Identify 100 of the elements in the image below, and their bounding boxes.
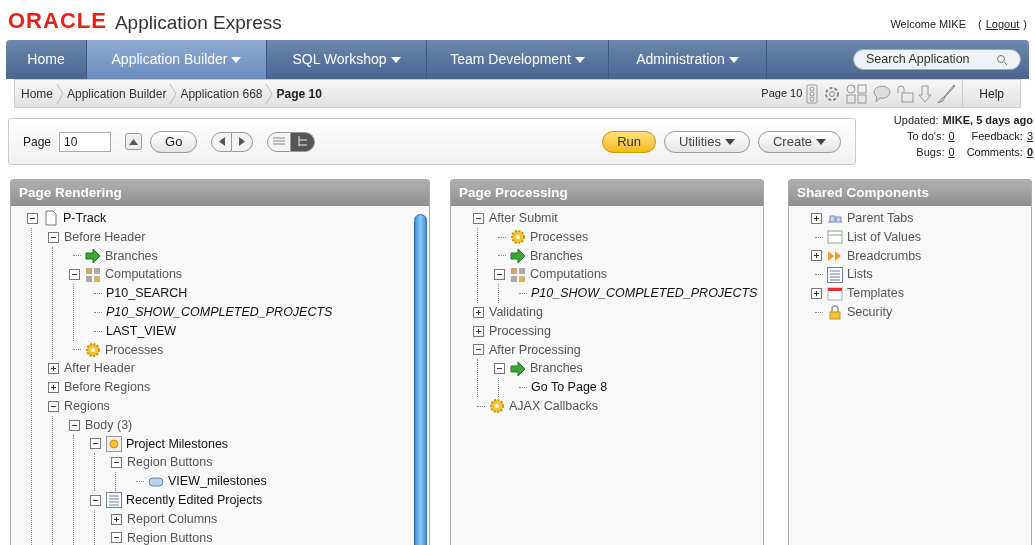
tree-node-label[interactable]: Branches — [530, 246, 583, 266]
tree-node-label[interactable]: P-Track — [63, 209, 107, 228]
logout-link[interactable]: Logout — [985, 15, 1020, 32]
page-field[interactable]: 10 — [59, 131, 112, 152]
tree-node-label[interactable]: Body (3) — [85, 415, 133, 435]
scrollbar[interactable] — [414, 214, 427, 545]
tree-node-label[interactable]: Security — [847, 303, 893, 322]
tree-node-label[interactable]: Recently Edited Projects — [126, 490, 263, 510]
stat-label: Feedback: — [971, 129, 1023, 144]
collapse-icon[interactable] — [47, 231, 59, 243]
tree-node-label[interactable]: Project Milestones — [126, 434, 229, 454]
collapse-icon[interactable] — [89, 494, 101, 506]
tree-node-label[interactable]: After Submit — [489, 209, 558, 228]
stat-link[interactable]: 0 — [1026, 144, 1033, 160]
tree-node-label[interactable]: Go To Page 8 — [531, 378, 608, 397]
tree-node-label[interactable]: Lists — [847, 265, 873, 285]
tree-node-label[interactable]: Templates — [847, 284, 904, 303]
panel-title: Shared Components — [789, 180, 1031, 206]
stat-link[interactable]: 3 — [1026, 128, 1033, 144]
expand-icon[interactable] — [810, 212, 822, 224]
previous-button[interactable] — [211, 131, 233, 152]
page-icon — [43, 210, 59, 227]
breadcrumb-link[interactable]: Home — [21, 84, 53, 103]
collapse-icon[interactable] — [68, 419, 80, 431]
tree-node-label[interactable]: After Header — [64, 359, 135, 379]
tree-node-label[interactable]: Region Buttons — [127, 528, 213, 545]
stat-link[interactable]: 0 — [948, 128, 955, 144]
stat-label: Comments: — [966, 145, 1023, 160]
expand-icon[interactable] — [110, 513, 122, 525]
breadcrumb-link[interactable]: Application 668 — [180, 84, 263, 103]
tree-node-label[interactable]: Region Buttons — [127, 453, 213, 473]
tree-node-label[interactable]: Processing — [489, 321, 551, 341]
collapse-icon[interactable] — [472, 344, 484, 356]
tree-node-label[interactable]: Breadcrumbs — [847, 246, 922, 266]
caret-icon — [574, 56, 585, 63]
utilities-button[interactable]: Utilities — [664, 130, 750, 153]
create-button[interactable]: Create — [757, 130, 841, 153]
tree-node-label[interactable]: P10_SHOW_COMPLETED_PROJECTS — [106, 303, 333, 322]
collapse-icon[interactable] — [493, 269, 505, 281]
collapse-icon[interactable] — [110, 457, 122, 469]
tree-node-label[interactable]: AJAX Callbacks — [509, 397, 598, 416]
collapse-icon[interactable] — [68, 269, 80, 281]
caret-icon — [231, 56, 242, 63]
expand-icon[interactable] — [472, 306, 484, 318]
search-field[interactable]: Search Application — [853, 49, 1021, 70]
list-icon — [827, 266, 843, 283]
up-triangle-icon — [129, 138, 139, 145]
expand-icon[interactable] — [472, 325, 484, 337]
tree-node-label[interactable]: Processes — [530, 227, 589, 247]
tree-node-label[interactable]: VIEW_milestones — [168, 472, 267, 491]
gear-icon — [85, 341, 101, 358]
expand-icon[interactable] — [47, 382, 59, 394]
tree-node-label[interactable]: Processes — [105, 340, 164, 360]
tree-node-label[interactable]: Computations — [105, 265, 183, 285]
collapse-icon[interactable] — [47, 400, 59, 412]
up-button[interactable] — [125, 133, 143, 150]
brush-icon[interactable] — [936, 83, 957, 104]
list-icon — [106, 492, 122, 509]
caret-icon — [816, 138, 826, 145]
collapse-icon[interactable] — [493, 363, 505, 375]
grid-icon — [85, 266, 101, 283]
double-arrow-icon — [827, 248, 843, 264]
help-link[interactable]: Help — [963, 84, 1020, 103]
page-label: Page 10 — [761, 86, 803, 102]
tree-node-label[interactable]: Regions — [64, 397, 110, 416]
collapse-icon[interactable] — [472, 212, 484, 224]
collapse-icon[interactable] — [26, 212, 38, 224]
tree-node-label[interactable]: LAST_VIEW — [106, 321, 177, 341]
tree-node-label[interactable]: Parent Tabs — [847, 209, 914, 228]
tree-node-label[interactable]: P10_SHOW_COMPLETED_PROJECTS — [531, 284, 758, 303]
tree-node-label[interactable]: Before Header — [64, 227, 146, 247]
tree-node-label[interactable]: P10_SEARCH — [106, 284, 188, 303]
paren-text: ( — [978, 16, 982, 32]
logo: ORACLE — [8, 10, 107, 32]
run-button[interactable]: Run — [602, 130, 657, 153]
breadcrumb-link[interactable]: Application Builder — [67, 84, 167, 103]
panel-title: Page Rendering — [11, 180, 429, 206]
tree-node-label[interactable]: Computations — [530, 265, 608, 285]
tree-node-label[interactable]: Report Columns — [127, 509, 218, 529]
stat-link[interactable]: 0 — [948, 144, 955, 160]
collapse-icon[interactable] — [89, 438, 101, 450]
collapse-icon[interactable] — [110, 532, 122, 544]
tree-node-label[interactable]: After Processing — [489, 340, 581, 360]
expand-icon[interactable] — [810, 288, 822, 300]
go-button[interactable]: Go — [150, 130, 198, 153]
tree-node-label[interactable]: Branches — [105, 246, 158, 266]
tree-node-label[interactable]: Branches — [530, 359, 583, 379]
tree-node-label[interactable]: Before Regions — [64, 378, 151, 397]
tree-node-label[interactable]: Validating — [489, 303, 543, 322]
panel-title: Page Processing — [451, 180, 763, 206]
expand-icon[interactable] — [47, 363, 59, 375]
tree-view-button[interactable] — [291, 131, 316, 152]
caret-icon — [390, 56, 401, 63]
next-button[interactable] — [232, 131, 254, 152]
tree-node-label[interactable]: List of Values — [847, 227, 922, 247]
breadcrumb-link[interactable]: Page 10 — [276, 84, 322, 103]
list-view-button[interactable] — [267, 131, 292, 152]
expand-icon[interactable] — [810, 250, 822, 262]
template-icon — [827, 285, 843, 302]
caret-icon — [724, 138, 735, 145]
